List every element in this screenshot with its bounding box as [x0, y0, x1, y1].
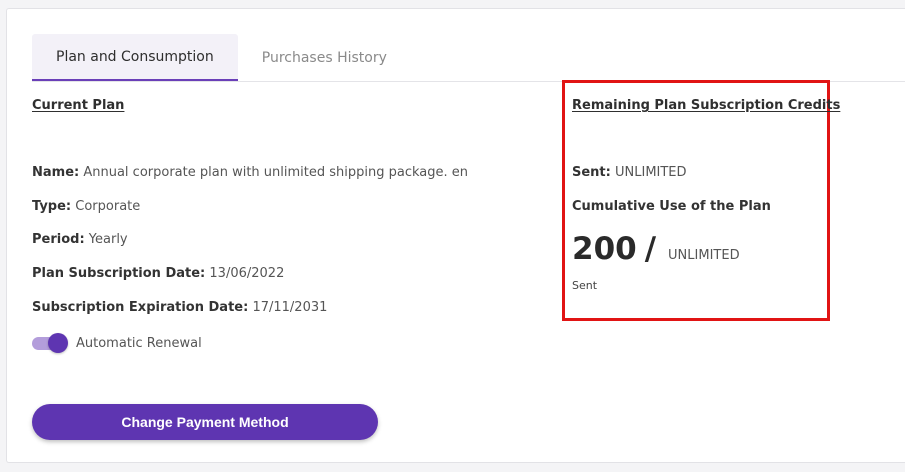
tab-plan-and-consumption[interactable]: Plan and Consumption	[32, 34, 238, 81]
change-payment-method-button[interactable]: Change Payment Method	[32, 404, 378, 440]
usage-counter: 200 / UNLIMITED	[572, 231, 740, 267]
subscription-date-label: Plan Subscription Date:	[32, 266, 206, 281]
plan-period-value: Yearly	[88, 232, 128, 247]
subscription-date-value: 13/06/2022	[209, 266, 285, 281]
automatic-renewal-row: Automatic Renewal	[32, 333, 202, 353]
plan-consumption-card: Plan and Consumption Purchases History C…	[6, 8, 905, 463]
expiration-date-row: Subscription Expiration Date: 17/11/2031	[32, 300, 327, 315]
sent-value: UNLIMITED	[615, 165, 687, 180]
usage-caption: Sent	[572, 279, 598, 292]
plan-type-row: Type: Corporate	[32, 199, 140, 214]
usage-separator: /	[644, 231, 657, 267]
plan-name-value: Annual corporate plan with unlimited shi…	[83, 165, 468, 180]
tab-purchases-history[interactable]: Purchases History	[238, 34, 411, 81]
sent-row: Sent: UNLIMITED	[572, 165, 687, 180]
plan-type-label: Type:	[32, 199, 72, 214]
toggle-knob	[48, 333, 68, 353]
subscription-date-row: Plan Subscription Date: 13/06/2022	[32, 266, 284, 281]
cumulative-use-heading: Cumulative Use of the Plan	[572, 199, 771, 214]
used-value: 200	[572, 231, 637, 267]
plan-type-value: Corporate	[75, 199, 141, 214]
remaining-credits-title: Remaining Plan Subscription Credits	[572, 98, 841, 113]
tab-bar: Plan and Consumption Purchases History	[32, 34, 411, 82]
plan-period-label: Period:	[32, 232, 85, 247]
automatic-renewal-toggle[interactable]	[32, 333, 68, 353]
current-plan-title: Current Plan	[32, 98, 125, 113]
limit-value: UNLIMITED	[668, 248, 740, 263]
plan-name-row: Name: Annual corporate plan with unlimit…	[32, 165, 468, 180]
plan-name-label: Name:	[32, 165, 80, 180]
plan-period-row: Period: Yearly	[32, 232, 128, 247]
expiration-date-label: Subscription Expiration Date:	[32, 300, 249, 315]
expiration-date-value: 17/11/2031	[252, 300, 328, 315]
automatic-renewal-label: Automatic Renewal	[76, 335, 202, 351]
sent-label: Sent:	[572, 165, 611, 180]
